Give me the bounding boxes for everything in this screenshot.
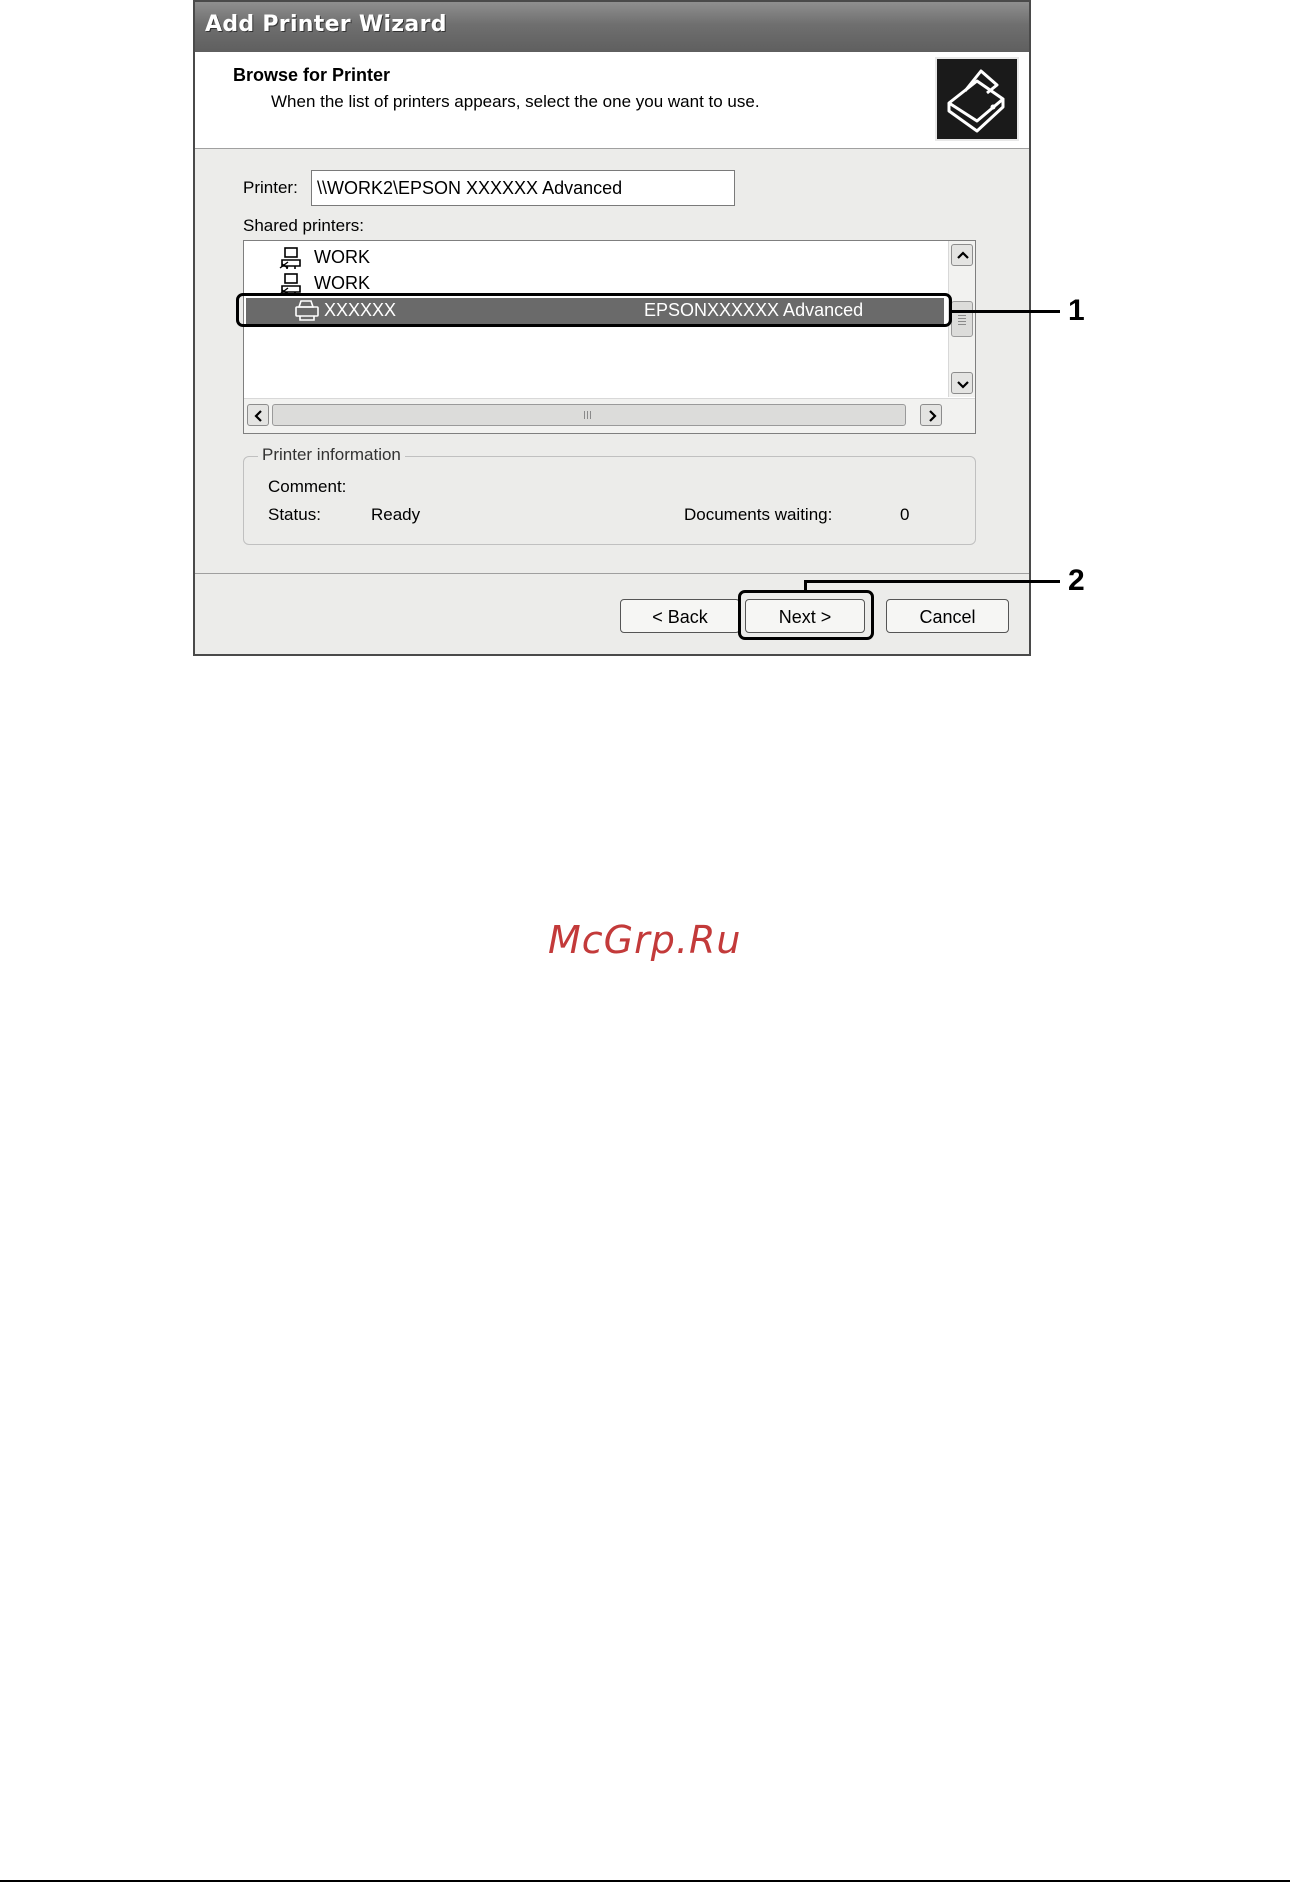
- horizontal-scroll-thumb[interactable]: [272, 404, 906, 426]
- scroll-right-button[interactable]: [920, 404, 942, 426]
- header-subtitle: When the list of printers appears, selec…: [271, 92, 760, 111]
- printer-information-title: Printer information: [258, 445, 405, 465]
- printer-information-group: Printer information Comment: Status: Rea…: [243, 445, 976, 545]
- status-value: Ready: [371, 505, 421, 524]
- scroll-down-button[interactable]: [951, 372, 973, 394]
- printer-path-input[interactable]: [311, 170, 735, 206]
- watermark-text: McGrp.Ru: [548, 918, 742, 962]
- shared-printers-label: Shared printers:: [243, 216, 364, 235]
- status-label: Status:: [268, 505, 321, 524]
- documents-waiting-value: 0: [900, 505, 910, 524]
- add-printer-wizard-dialog: Add Printer Wizard Browse for Printer Wh…: [193, 0, 1031, 656]
- callout-2-highlight: [738, 590, 874, 640]
- printer-label: Printer:: [243, 178, 298, 197]
- documents-waiting-label: Documents waiting:: [684, 505, 833, 524]
- list-item-name: WORK: [314, 247, 370, 267]
- wizard-header: Browse for Printer When the list of prin…: [195, 52, 1029, 149]
- title-bar: Add Printer Wizard: [195, 2, 1029, 53]
- callout-2-number: 2: [1068, 564, 1085, 597]
- shared-printers-list[interactable]: WORK WORK XXXXXX EPSONXXXXXX Advanced: [243, 240, 976, 434]
- scroll-up-button[interactable]: [951, 244, 973, 266]
- back-button[interactable]: < Back: [620, 599, 740, 633]
- grip-icon: [584, 411, 593, 419]
- callout-1-leader: [952, 310, 1060, 313]
- cancel-button[interactable]: Cancel: [886, 599, 1009, 633]
- horizontal-scrollbar[interactable]: [244, 398, 975, 433]
- vertical-scroll-thumb[interactable]: [951, 301, 973, 337]
- footer-divider: [195, 573, 1029, 574]
- callout-2-leader: [804, 580, 1060, 583]
- grip-icon: [958, 313, 966, 325]
- network-computer-icon: [278, 246, 304, 270]
- callout-1-number: 1: [1068, 294, 1085, 327]
- list-item-name: WORK: [314, 273, 370, 293]
- list-item[interactable]: WORK: [244, 245, 944, 271]
- page-bottom-rule: [0, 1880, 1290, 1882]
- header-title: Browse for Printer: [233, 65, 391, 85]
- comment-label: Comment:: [268, 477, 347, 496]
- printer-wizard-icon: [935, 57, 1019, 141]
- scroll-left-button[interactable]: [247, 404, 269, 426]
- vertical-scrollbar[interactable]: [948, 241, 975, 397]
- callout-1-highlight: [236, 293, 952, 327]
- window-title: Add Printer Wizard: [205, 12, 447, 37]
